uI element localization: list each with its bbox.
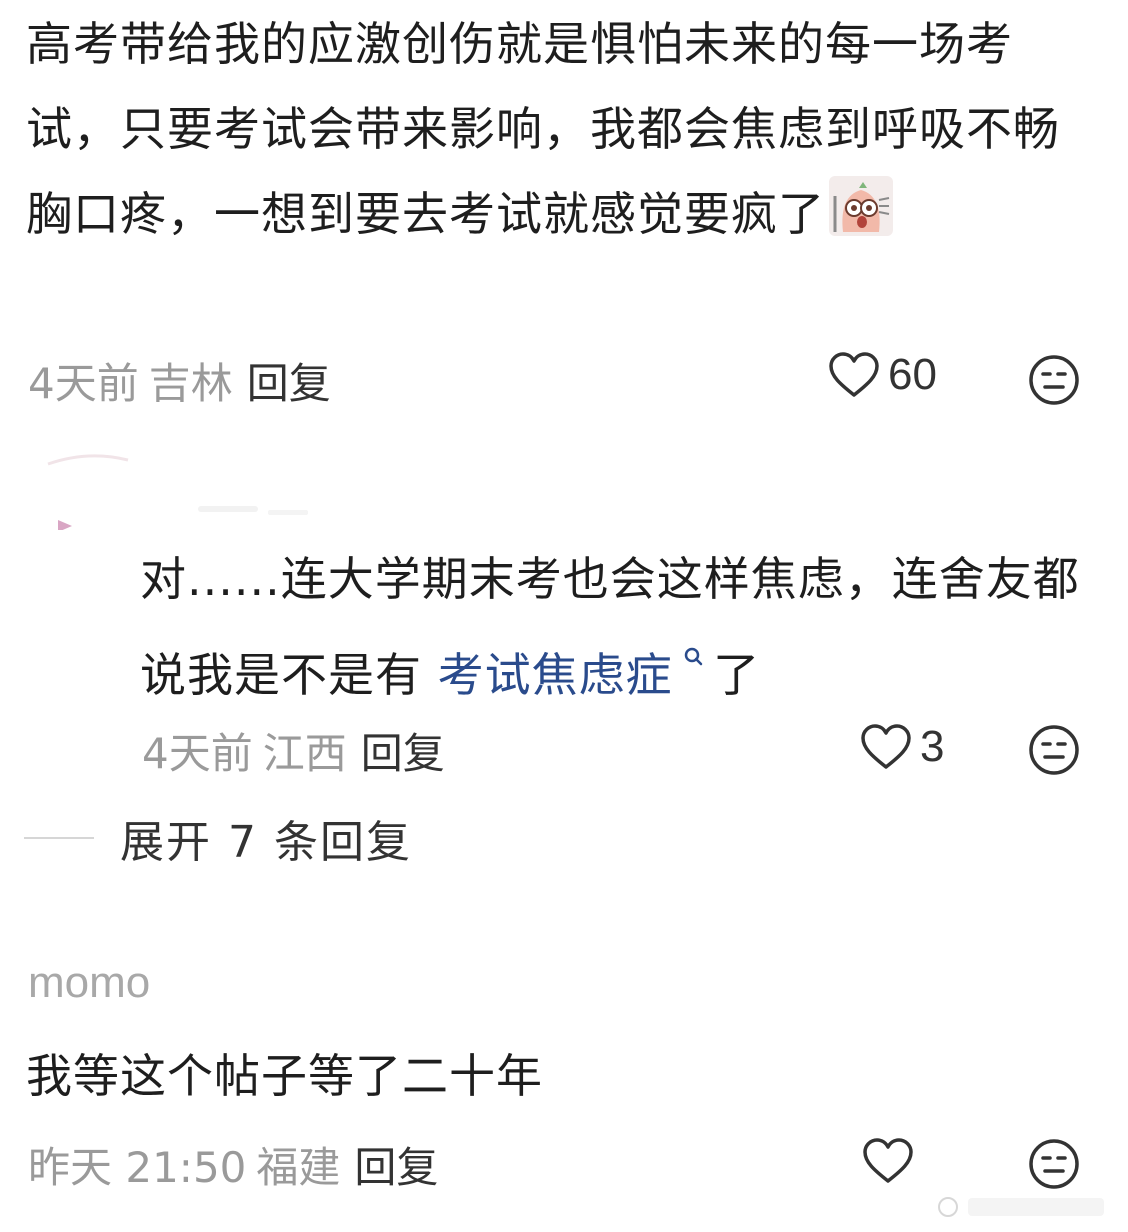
comment-2-text: 我等这个帖子等了二十年 [26, 1049, 543, 1103]
heart-icon [863, 1138, 913, 1183]
shocked-sticker-icon [829, 176, 893, 236]
comment-1-meta: 4天前 吉林 回复 [28, 350, 331, 411]
comment-2-username[interactable]: momo [28, 958, 150, 1008]
expand-replies-button[interactable]: 展开 7 条回复 [24, 806, 412, 870]
comment-feed: 高考带给我的应激创伤就是惧怕未来的每一场考试，只要考试会带来影响，我都会焦虑到呼… [0, 0, 1128, 1232]
search-icon [675, 646, 714, 676]
search-term-link[interactable]: 考试焦虑症 [437, 646, 714, 702]
comment-1-like-button[interactable]: 60 [828, 350, 937, 400]
reply-1-like-count: 3 [920, 722, 945, 771]
neutral-face-reaction-icon[interactable] [1028, 354, 1080, 406]
reply-1-location: 江西 [262, 729, 347, 778]
comment-1-time: 4天前 [28, 359, 139, 408]
comment-1-reply-button[interactable]: 回复 [247, 359, 331, 408]
comment-2-like-button[interactable] [862, 1138, 922, 1184]
comment-1-text: 高考带给我的应激创伤就是惧怕未来的每一场考试，只要考试会带来影响，我都会焦虑到呼… [26, 17, 1060, 241]
heart-icon [861, 724, 911, 769]
reply-1-text-after: 了 [713, 648, 761, 702]
reply-1-meta: 4天前 江西 回复 [142, 720, 445, 781]
comment-2-meta: 昨天 21:50 福建 回复 [28, 1134, 438, 1195]
comment-1-location: 吉林 [148, 359, 233, 408]
neutral-face-reaction-icon[interactable] [1028, 724, 1080, 776]
comment-2-time: 昨天 21:50 [28, 1143, 247, 1192]
reply-1-like-button[interactable]: 3 [860, 722, 944, 772]
search-term-text: 考试焦虑症 [437, 648, 673, 702]
comment-1-like-count: 60 [888, 350, 937, 399]
reply-1-obscured-header [47, 454, 308, 530]
neutral-face-reaction-icon[interactable] [1028, 1138, 1080, 1190]
watermark-logo-icon [938, 1197, 1104, 1217]
heart-icon [829, 352, 879, 397]
divider-line [24, 837, 94, 839]
reply-1-reply-button[interactable]: 回复 [361, 729, 445, 778]
comment-1-body: 高考带给我的应激创伤就是惧怕未来的每一场考试，只要考试会带来影响，我都会焦虑到呼… [26, 2, 1086, 257]
reply-1-body: 对......连大学期末考也会这样焦虑，连舍友都说我是不是有 考试焦虑症 了 [140, 538, 1100, 716]
expand-replies-label: 展开 7 条回复 [120, 817, 412, 868]
comment-2-reply-button[interactable]: 回复 [354, 1143, 438, 1192]
comment-2-location: 福建 [256, 1143, 341, 1192]
reply-1-time: 4天前 [142, 729, 253, 778]
